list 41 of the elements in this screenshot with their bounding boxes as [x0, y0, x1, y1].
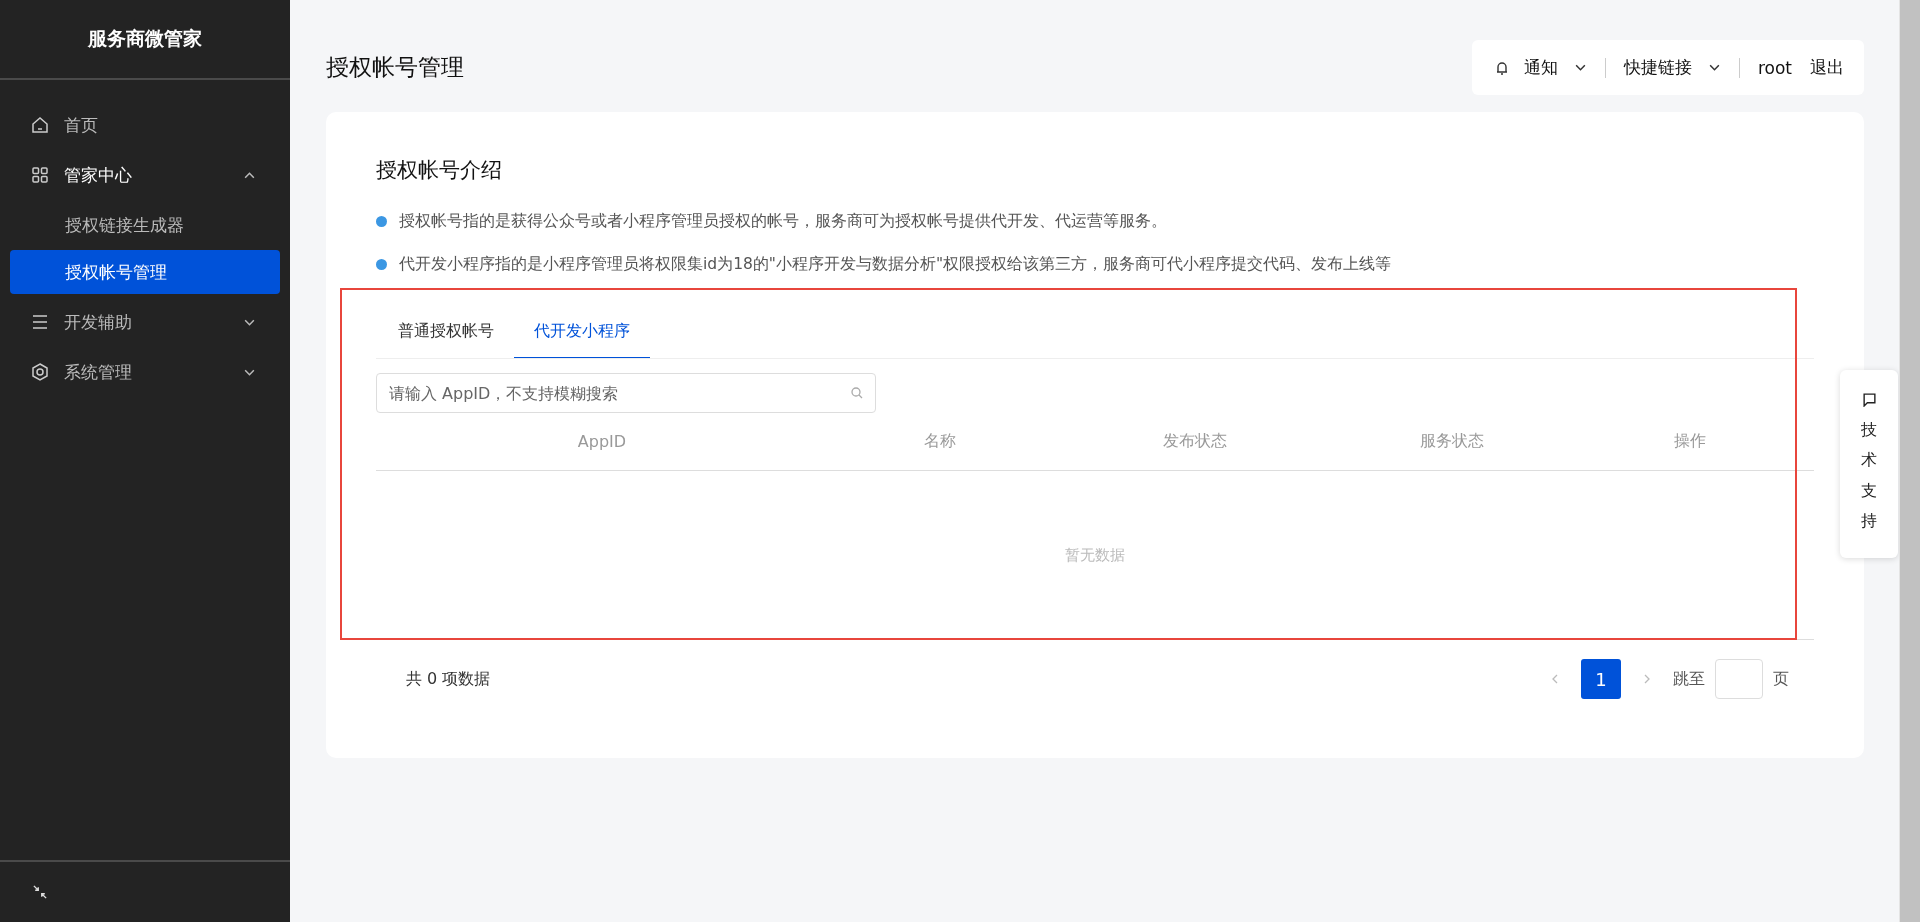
- intro-text: 授权帐号指的是获得公众号或者小程序管理员授权的帐号，服务商可为授权帐号提供代开发、代运营等服务。: [399, 211, 1167, 232]
- home-icon: [30, 115, 50, 135]
- settings-icon: [30, 362, 50, 382]
- menu-icon: [30, 312, 50, 332]
- page-title: 授权帐号管理: [326, 53, 464, 82]
- support-label: 技术支持: [1861, 419, 1877, 533]
- jump-label: 跳至: [1673, 668, 1705, 690]
- bullet-dot: [376, 216, 387, 227]
- page-unit-label: 页: [1773, 668, 1789, 690]
- shortcut-links-menu[interactable]: 快捷链接: [1623, 56, 1692, 79]
- brand-title: 服务商微管家: [0, 0, 290, 80]
- intro-text: 代开发小程序指的是小程序管理员将权限集id为18的"小程序开发与数据分析"权限授权给该第三方，服务商可代小程序提交代码、发布上线等: [399, 254, 1392, 275]
- column-header: 名称: [924, 431, 956, 452]
- username: root: [1757, 57, 1792, 78]
- page-button[interactable]: 1: [1581, 659, 1621, 699]
- page-input[interactable]: [1715, 659, 1763, 699]
- column-header: 服务状态: [1420, 431, 1484, 452]
- total-count: 共 0 项数据: [406, 668, 491, 690]
- collapse-icon[interactable]: [33, 885, 47, 899]
- menu-item[interactable]: 管家中心: [10, 150, 280, 200]
- grid-icon: [30, 165, 50, 185]
- empty-state-text: 暂无数据: [1065, 545, 1125, 565]
- column-header: 操作: [1674, 431, 1706, 452]
- section-title: 授权帐号介绍: [376, 157, 503, 184]
- scrollbar[interactable]: [1899, 0, 1920, 922]
- menu-item[interactable]: 首页: [10, 100, 280, 150]
- search-icon: [850, 386, 864, 400]
- column-header: 发布状态: [1163, 431, 1227, 452]
- menu-item[interactable]: 系统管理: [10, 347, 280, 397]
- column-header: AppID: [577, 432, 627, 451]
- search-field[interactable]: 请输入 AppID，不支持模糊搜索: [376, 373, 876, 413]
- submenu-item[interactable]: 授权链接生成器: [10, 203, 280, 247]
- tab[interactable]: 代开发小程序: [514, 306, 650, 358]
- bullet-dot: [376, 259, 387, 270]
- menu-item[interactable]: 开发辅助: [10, 297, 280, 347]
- submenu-item[interactable]: 授权帐号管理: [10, 250, 280, 294]
- tab[interactable]: 普通授权帐号: [378, 306, 514, 358]
- logout-link[interactable]: 退出: [1810, 56, 1844, 79]
- support-panel[interactable]: 技术支持: [1840, 370, 1898, 558]
- notification-menu[interactable]: 通知: [1523, 56, 1558, 79]
- chat-icon: [1861, 392, 1877, 407]
